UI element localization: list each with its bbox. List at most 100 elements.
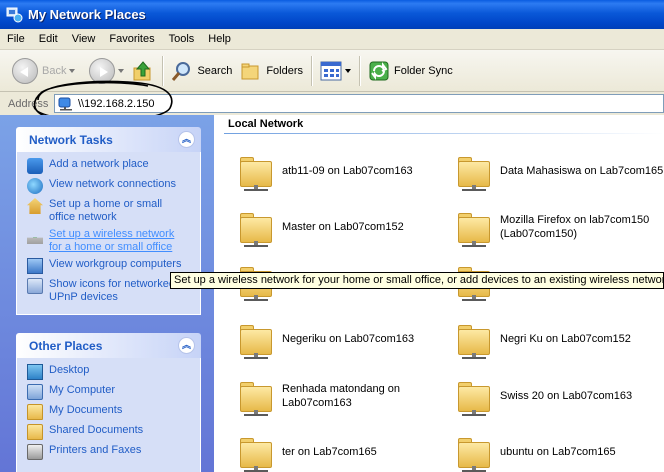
folders-button[interactable]: Folders	[236, 53, 307, 89]
network-share-folder-icon	[454, 319, 494, 359]
menu-edit[interactable]: Edit	[32, 33, 65, 45]
share-item[interactable]: Mozilla Firefox on lab7com150 (Lab07com1…	[454, 207, 664, 247]
title-bar[interactable]: My Network Places	[0, 0, 664, 29]
network-tasks-title: Network Tasks	[29, 132, 113, 147]
folders-icon	[240, 60, 262, 82]
back-arrow-icon	[12, 57, 38, 84]
content-pane: Local Network atb11-09 on Lab07com163 Da…	[214, 115, 664, 472]
share-label: Negri Ku on Lab07com152	[500, 333, 631, 345]
menu-favorites[interactable]: Favorites	[102, 33, 161, 45]
network-share-folder-icon	[236, 151, 276, 191]
other-places-header[interactable]: Other Places ︽	[16, 333, 201, 358]
network-share-folder-icon	[454, 376, 494, 416]
share-item[interactable]: ter on Lab7com165	[236, 432, 446, 472]
group-title: Local Network	[228, 118, 304, 130]
network-share-folder-icon	[236, 207, 276, 247]
share-item[interactable]: ubuntu on Lab7com165	[454, 432, 664, 472]
address-bar: Address \\192.168.2.150	[0, 92, 664, 115]
task-show-upnp-icons[interactable]: Show icons for networked UPnP devices	[27, 278, 194, 304]
toolbar-separator	[162, 55, 164, 86]
address-text: \\192.168.2.150	[78, 97, 155, 110]
workgroup-computers-icon	[27, 258, 43, 274]
share-label: ubuntu on Lab7com165	[500, 446, 616, 458]
place-printers-faxes[interactable]: Printers and Faxes	[27, 444, 194, 460]
share-label: ter on Lab7com165	[282, 446, 377, 458]
up-folder-button[interactable]	[128, 53, 158, 89]
window-title: My Network Places	[28, 7, 146, 22]
share-label: Negeriku on Lab07com163	[282, 333, 415, 345]
toolbar: Back Search Folders Folder Sync	[0, 50, 664, 92]
place-desktop[interactable]: Desktop	[27, 364, 194, 380]
tooltip: Set up a wireless network for your home …	[170, 272, 664, 289]
forward-dropdown-icon	[118, 68, 125, 73]
task-label: View workgroup computers	[49, 258, 182, 270]
task-label: Set up a wireless network for a home or …	[49, 228, 175, 253]
task-add-network-place[interactable]: Add a network place	[27, 158, 194, 174]
up-folder-icon	[132, 60, 154, 82]
views-button[interactable]	[316, 53, 355, 89]
collapse-chevron-icon[interactable]: ︽	[178, 131, 195, 148]
network-tasks-body: Add a network place View network connect…	[16, 152, 201, 315]
network-connections-icon	[27, 178, 43, 194]
place-my-computer[interactable]: My Computer	[27, 384, 194, 400]
place-label: My Computer	[49, 384, 116, 396]
network-share-folder-icon	[236, 319, 276, 359]
network-share-folder-icon	[236, 376, 276, 416]
task-pane: Network Tasks ︽ Add a network place View…	[0, 115, 214, 472]
collapse-chevron-icon[interactable]: ︽	[178, 337, 195, 354]
network-share-folder-icon	[454, 432, 494, 472]
toolbar-separator	[311, 55, 313, 86]
place-label: Shared Documents	[49, 424, 144, 436]
task-setup-home-network[interactable]: Set up a home or small office network	[27, 198, 194, 224]
menu-tools[interactable]: Tools	[162, 33, 202, 45]
share-item[interactable]: Negri Ku on Lab07com152	[454, 319, 664, 359]
other-places-panel: Other Places ︽ Desktop My Computer My Do…	[16, 333, 201, 472]
share-label: Mozilla Firefox on lab7com150 (Lab07com1…	[500, 214, 650, 240]
my-computer-icon	[27, 384, 43, 400]
menu-view[interactable]: View	[65, 33, 103, 45]
place-label: My Documents	[49, 404, 123, 416]
back-button[interactable]: Back	[0, 53, 79, 89]
share-label: Master on Lab07com152	[282, 221, 404, 233]
network-share-folder-icon	[454, 207, 494, 247]
printers-faxes-icon	[27, 444, 43, 460]
forward-button[interactable]	[85, 53, 128, 89]
forward-arrow-icon	[89, 57, 116, 84]
search-icon	[171, 60, 193, 82]
share-item[interactable]: Negeriku on Lab07com163	[236, 319, 446, 359]
share-item[interactable]: Data Mahasiswa on Lab7com165	[454, 151, 664, 191]
place-my-documents[interactable]: My Documents	[27, 404, 194, 420]
share-item[interactable]: Renhada matondang on Lab07com163	[236, 376, 446, 416]
search-label: Search	[197, 64, 233, 77]
place-shared-documents[interactable]: Shared Documents	[27, 424, 194, 440]
task-view-network-connections[interactable]: View network connections	[27, 178, 194, 194]
share-item[interactable]: atb11-09 on Lab07com163	[236, 151, 446, 191]
menu-help[interactable]: Help	[201, 33, 238, 45]
address-input[interactable]: \\192.168.2.150	[54, 94, 664, 113]
task-label: Show icons for networked UPnP devices	[49, 278, 175, 303]
upnp-devices-icon	[27, 278, 43, 294]
folders-label: Folders	[266, 64, 304, 77]
shared-documents-icon	[27, 424, 43, 440]
folder-sync-label: Folder Sync	[394, 64, 453, 77]
add-network-place-icon	[27, 158, 43, 174]
folder-sync-icon	[368, 60, 390, 82]
task-view-workgroup-computers[interactable]: View workgroup computers	[27, 258, 194, 274]
task-label: View network connections	[49, 178, 176, 190]
share-label: Swiss 20 on Lab07com163	[500, 390, 633, 402]
other-places-body: Desktop My Computer My Documents Shared …	[16, 358, 201, 472]
search-button[interactable]: Search	[167, 53, 236, 89]
task-setup-wireless-network[interactable]: Set up a wireless network for a home or …	[27, 228, 194, 254]
other-places-title: Other Places	[29, 338, 103, 353]
folder-sync-button[interactable]: Folder Sync	[364, 53, 457, 89]
menu-file[interactable]: File	[0, 33, 32, 45]
share-item[interactable]: Master on Lab07com152	[236, 207, 446, 247]
network-places-icon	[6, 7, 23, 23]
task-label: Set up a home or small office network	[49, 198, 163, 223]
home-network-icon	[27, 198, 43, 214]
share-item[interactable]: Swiss 20 on Lab07com163	[454, 376, 664, 416]
place-label: Printers and Faxes	[49, 444, 142, 456]
views-dropdown-icon	[345, 68, 352, 73]
network-tasks-header[interactable]: Network Tasks ︽	[16, 127, 201, 152]
network-share-icon	[58, 97, 74, 111]
